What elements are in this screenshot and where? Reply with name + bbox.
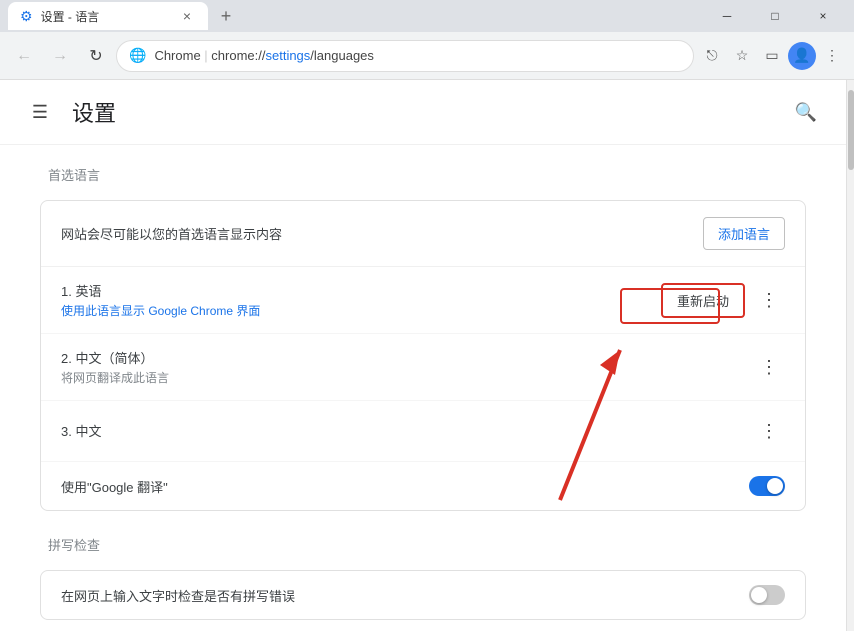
- scroll-thumb[interactable]: [848, 90, 854, 170]
- language-item-chinese: 3. 中文 ⋮: [41, 401, 805, 462]
- card-description: 网站会尽可能以您的首选语言显示内容: [61, 224, 282, 243]
- window-controls: ─ □ ×: [704, 0, 846, 32]
- profile-button[interactable]: 👤: [788, 42, 816, 70]
- toolbar-right: ⎋ ☆ ▭ 👤 ⋮: [698, 42, 846, 70]
- lang-num-1: 1.: [61, 284, 72, 299]
- addressbar: ← → ↻ 🌐 Chrome | chrome://settings/langu…: [0, 32, 854, 80]
- url-chrome: Chrome: [154, 48, 200, 63]
- reload-button[interactable]: ↻: [80, 40, 112, 72]
- share-button[interactable]: ⎋: [698, 42, 726, 70]
- maximize-button[interactable]: □: [752, 0, 798, 32]
- language-more-english[interactable]: ⋮: [753, 284, 785, 316]
- preferred-lang-section-title: 首选语言: [40, 165, 806, 184]
- cast-button[interactable]: ▭: [758, 42, 786, 70]
- bookmark-button[interactable]: ☆: [728, 42, 756, 70]
- spellcheck-card: 在网页上输入文字时检查是否有拼写错误: [40, 570, 806, 620]
- url-settings: settings: [265, 48, 310, 63]
- main-area: ☰ 设置 🔍 首选语言 网站会尽可能以您的首选语言显示内容 添加语言: [0, 80, 854, 631]
- language-sub-chinese-simplified: 将网页翻译成此语言: [61, 369, 753, 386]
- lang-text-1: 英语: [75, 284, 101, 299]
- language-info-english: 1. 英语 使用此语言显示 Google Chrome 界面: [61, 281, 661, 319]
- spellcheck-toggle-knob: [751, 587, 767, 603]
- forward-button[interactable]: →: [44, 40, 76, 72]
- menu-button[interactable]: ⋮: [818, 42, 846, 70]
- google-translate-toggle[interactable]: [749, 476, 785, 496]
- scrollbar[interactable]: [846, 80, 854, 631]
- add-language-button[interactable]: 添加语言: [703, 217, 785, 250]
- close-window-button[interactable]: ×: [800, 0, 846, 32]
- titlebar-tabs: ⚙ 设置 - 语言 × +: [8, 2, 240, 30]
- lang-num-3: 3.: [61, 424, 72, 439]
- language-name-chinese-simplified: 2. 中文（简体）: [61, 348, 753, 367]
- toggle-knob: [767, 478, 783, 494]
- back-button[interactable]: ←: [8, 40, 40, 72]
- spellcheck-label: 在网页上输入文字时检查是否有拼写错误: [61, 586, 749, 605]
- settings-header: ☰ 设置 🔍: [0, 80, 846, 145]
- spellcheck-section: 拼写检查 在网页上输入文字时检查是否有拼写错误: [40, 535, 806, 620]
- content-area: 首选语言 网站会尽可能以您的首选语言显示内容 添加语言 1. 英语: [0, 145, 846, 631]
- tab-title: 设置 - 语言: [41, 8, 100, 25]
- language-info-chinese: 3. 中文: [61, 421, 753, 442]
- tab-close-button[interactable]: ×: [178, 7, 196, 25]
- language-more-chinese-simplified[interactable]: ⋮: [753, 351, 785, 383]
- address-input[interactable]: 🌐 Chrome | chrome://settings/languages: [116, 40, 694, 72]
- titlebar: ⚙ 设置 - 语言 × + ─ □ ×: [0, 0, 854, 32]
- lang-text-3: 中文: [75, 424, 101, 439]
- tab-favicon: ⚙: [20, 8, 33, 25]
- google-translate-label: 使用"Google 翻译": [61, 477, 749, 496]
- url-sep: |: [201, 48, 212, 63]
- security-icon: 🌐: [129, 47, 146, 64]
- search-button[interactable]: 🔍: [790, 96, 822, 128]
- language-more-chinese[interactable]: ⋮: [753, 415, 785, 447]
- url-scheme: chrome://: [211, 48, 265, 63]
- spellcheck-toggle[interactable]: [749, 585, 785, 605]
- preferred-lang-card: 网站会尽可能以您的首选语言显示内容 添加语言 1. 英语 使用此语言显示 Goo…: [40, 200, 806, 511]
- restart-button[interactable]: 重新启动: [661, 283, 745, 318]
- page-title: 设置: [72, 96, 774, 128]
- language-item-english: 1. 英语 使用此语言显示 Google Chrome 界面 重新启动 ⋮: [41, 267, 805, 334]
- new-tab-button[interactable]: +: [212, 2, 240, 30]
- language-name-chinese: 3. 中文: [61, 421, 753, 440]
- language-sub-english: 使用此语言显示 Google Chrome 界面: [61, 302, 661, 319]
- card-header: 网站会尽可能以您的首选语言显示内容 添加语言: [41, 201, 805, 267]
- url-path: /languages: [310, 48, 374, 63]
- settings-page: ☰ 设置 🔍 首选语言 网站会尽可能以您的首选语言显示内容 添加语言: [0, 80, 846, 631]
- language-info-chinese-simplified: 2. 中文（简体） 将网页翻译成此语言: [61, 348, 753, 386]
- lang-text-2: 中文（简体）: [75, 351, 153, 366]
- url-display: Chrome | chrome://settings/languages: [154, 48, 681, 63]
- minimize-button[interactable]: ─: [704, 0, 750, 32]
- google-translate-row: 使用"Google 翻译": [41, 462, 805, 510]
- language-name-english: 1. 英语: [61, 281, 661, 300]
- language-item-chinese-simplified: 2. 中文（简体） 将网页翻译成此语言 ⋮: [41, 334, 805, 401]
- spellcheck-row: 在网页上输入文字时检查是否有拼写错误: [41, 571, 805, 619]
- spellcheck-section-title: 拼写检查: [40, 535, 806, 554]
- hamburger-button[interactable]: ☰: [24, 96, 56, 128]
- active-tab[interactable]: ⚙ 设置 - 语言 ×: [8, 2, 208, 30]
- lang-num-2: 2.: [61, 351, 72, 366]
